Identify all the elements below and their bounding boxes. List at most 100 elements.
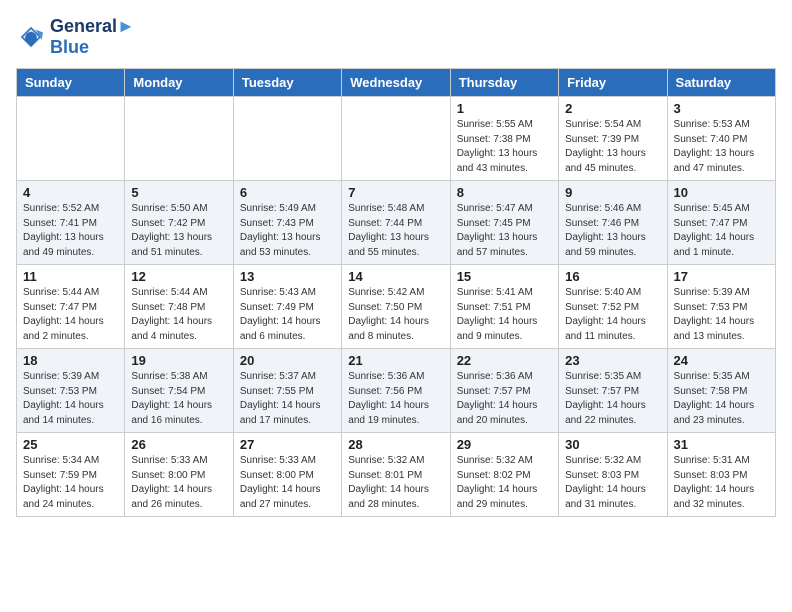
day-number: 24: [674, 353, 769, 368]
day-number: 5: [131, 185, 226, 200]
day-info: Sunrise: 5:45 AM Sunset: 7:47 PM Dayligh…: [674, 202, 769, 260]
day-number: 13: [240, 269, 335, 284]
day-info: Sunrise: 5:40 AM Sunset: 7:52 PM Dayligh…: [565, 286, 660, 344]
day-info: Sunrise: 5:39 AM Sunset: 7:53 PM Dayligh…: [23, 370, 118, 428]
day-info: Sunrise: 5:46 AM Sunset: 7:46 PM Dayligh…: [565, 202, 660, 260]
day-cell-30: 30 Sunrise: 5:32 AM Sunset: 8:03 PM Dayli…: [559, 433, 667, 517]
day-cell-24: 24 Sunrise: 5:35 AM Sunset: 7:58 PM Dayli…: [667, 349, 775, 433]
day-info: Sunrise: 5:36 AM Sunset: 7:57 PM Dayligh…: [457, 370, 552, 428]
day-cell-26: 26Sunrise: 5:33 AM Sunset: 8:00 PM Dayli…: [125, 433, 233, 517]
logo-icon: [16, 22, 46, 52]
day-cell-12: 12 Sunrise: 5:44 AM Sunset: 7:48 PM Dayli…: [125, 265, 233, 349]
day-number: 25: [23, 437, 118, 452]
day-number: 23: [565, 353, 660, 368]
empty-cell: [342, 97, 450, 181]
day-info: Sunrise: 5:35 AM Sunset: 7:57 PM Dayligh…: [565, 370, 660, 428]
day-cell-22: 22 Sunrise: 5:36 AM Sunset: 7:57 PM Dayli…: [450, 349, 558, 433]
day-number: 7: [348, 185, 443, 200]
day-info: Sunrise: 5:38 AM Sunset: 7:54 PM Dayligh…: [131, 370, 226, 428]
day-number: 30: [565, 437, 660, 452]
day-info: Sunrise: 5:42 AM Sunset: 7:50 PM Dayligh…: [348, 286, 443, 344]
day-info: Sunrise: 5:43 AM Sunset: 7:49 PM Dayligh…: [240, 286, 335, 344]
day-cell-13: 13 Sunrise: 5:43 AM Sunset: 7:49 PM Dayli…: [233, 265, 341, 349]
day-info: Sunrise: 5:32 AM Sunset: 8:02 PM Dayligh…: [457, 454, 552, 512]
day-number: 17: [674, 269, 769, 284]
day-number: 2: [565, 101, 660, 116]
day-number: 14: [348, 269, 443, 284]
day-number: 1: [457, 101, 552, 116]
calendar: SundayMondayTuesdayWednesdayThursdayFrid…: [16, 68, 776, 517]
day-info: Sunrise: 5:39 AM Sunset: 7:53 PM Dayligh…: [674, 286, 769, 344]
empty-cell: [233, 97, 341, 181]
week-row-5: 25Sunrise: 5:34 AM Sunset: 7:59 PM Dayli…: [17, 433, 776, 517]
day-info: Sunrise: 5:37 AM Sunset: 7:55 PM Dayligh…: [240, 370, 335, 428]
week-row-2: 4 Sunrise: 5:52 AM Sunset: 7:41 PM Daylig…: [17, 181, 776, 265]
logo: General► Blue: [16, 16, 135, 58]
day-number: 11: [23, 269, 118, 284]
empty-cell: [17, 97, 125, 181]
weekday-header-thursday: Thursday: [450, 69, 558, 97]
day-number: 4: [23, 185, 118, 200]
day-cell-29: 29Sunrise: 5:32 AM Sunset: 8:02 PM Dayli…: [450, 433, 558, 517]
day-cell-14: 14 Sunrise: 5:42 AM Sunset: 7:50 PM Dayli…: [342, 265, 450, 349]
day-cell-4: 4 Sunrise: 5:52 AM Sunset: 7:41 PM Daylig…: [17, 181, 125, 265]
day-number: 22: [457, 353, 552, 368]
day-number: 21: [348, 353, 443, 368]
day-info: Sunrise: 5:54 AM Sunset: 7:39 PM Dayligh…: [565, 118, 660, 176]
day-cell-21: 21Sunrise: 5:36 AM Sunset: 7:56 PM Dayli…: [342, 349, 450, 433]
day-info: Sunrise: 5:47 AM Sunset: 7:45 PM Dayligh…: [457, 202, 552, 260]
day-number: 18: [23, 353, 118, 368]
day-cell-8: 8 Sunrise: 5:47 AM Sunset: 7:45 PM Daylig…: [450, 181, 558, 265]
day-cell-16: 16 Sunrise: 5:40 AM Sunset: 7:52 PM Dayli…: [559, 265, 667, 349]
day-info: Sunrise: 5:44 AM Sunset: 7:48 PM Dayligh…: [131, 286, 226, 344]
day-info: Sunrise: 5:49 AM Sunset: 7:43 PM Dayligh…: [240, 202, 335, 260]
day-cell-20: 20 Sunrise: 5:37 AM Sunset: 7:55 PM Dayli…: [233, 349, 341, 433]
day-number: 28: [348, 437, 443, 452]
day-info: Sunrise: 5:48 AM Sunset: 7:44 PM Dayligh…: [348, 202, 443, 260]
day-cell-27: 27 Sunrise: 5:33 AM Sunset: 8:00 PM Dayli…: [233, 433, 341, 517]
day-info: Sunrise: 5:53 AM Sunset: 7:40 PM Dayligh…: [674, 118, 769, 176]
empty-cell: [125, 97, 233, 181]
day-info: Sunrise: 5:33 AM Sunset: 8:00 PM Dayligh…: [240, 454, 335, 512]
weekday-header-row: SundayMondayTuesdayWednesdayThursdayFrid…: [17, 69, 776, 97]
day-info: Sunrise: 5:52 AM Sunset: 7:41 PM Dayligh…: [23, 202, 118, 260]
weekday-header-saturday: Saturday: [667, 69, 775, 97]
day-cell-7: 7 Sunrise: 5:48 AM Sunset: 7:44 PM Daylig…: [342, 181, 450, 265]
day-cell-28: 28 Sunrise: 5:32 AM Sunset: 8:01 PM Dayli…: [342, 433, 450, 517]
day-number: 10: [674, 185, 769, 200]
day-cell-18: 18 Sunrise: 5:39 AM Sunset: 7:53 PM Dayli…: [17, 349, 125, 433]
day-info: Sunrise: 5:31 AM Sunset: 8:03 PM Dayligh…: [674, 454, 769, 512]
day-info: Sunrise: 5:32 AM Sunset: 8:01 PM Dayligh…: [348, 454, 443, 512]
day-number: 6: [240, 185, 335, 200]
week-row-1: 1 Sunrise: 5:55 AM Sunset: 7:38 PM Daylig…: [17, 97, 776, 181]
day-info: Sunrise: 5:55 AM Sunset: 7:38 PM Dayligh…: [457, 118, 552, 176]
day-number: 27: [240, 437, 335, 452]
day-number: 15: [457, 269, 552, 284]
day-cell-15: 15 Sunrise: 5:41 AM Sunset: 7:51 PM Dayli…: [450, 265, 558, 349]
day-cell-1: 1 Sunrise: 5:55 AM Sunset: 7:38 PM Daylig…: [450, 97, 558, 181]
week-row-3: 11Sunrise: 5:44 AM Sunset: 7:47 PM Dayli…: [17, 265, 776, 349]
weekday-header-tuesday: Tuesday: [233, 69, 341, 97]
day-number: 8: [457, 185, 552, 200]
day-cell-11: 11Sunrise: 5:44 AM Sunset: 7:47 PM Dayli…: [17, 265, 125, 349]
day-number: 12: [131, 269, 226, 284]
day-number: 9: [565, 185, 660, 200]
day-number: 20: [240, 353, 335, 368]
day-cell-19: 19 Sunrise: 5:38 AM Sunset: 7:54 PM Dayli…: [125, 349, 233, 433]
week-row-4: 18 Sunrise: 5:39 AM Sunset: 7:53 PM Dayli…: [17, 349, 776, 433]
day-number: 16: [565, 269, 660, 284]
page-header: General► Blue: [16, 16, 776, 58]
day-cell-25: 25Sunrise: 5:34 AM Sunset: 7:59 PM Dayli…: [17, 433, 125, 517]
day-cell-6: 6 Sunrise: 5:49 AM Sunset: 7:43 PM Daylig…: [233, 181, 341, 265]
day-cell-31: 31Sunrise: 5:31 AM Sunset: 8:03 PM Dayli…: [667, 433, 775, 517]
day-info: Sunrise: 5:35 AM Sunset: 7:58 PM Dayligh…: [674, 370, 769, 428]
weekday-header-sunday: Sunday: [17, 69, 125, 97]
day-cell-17: 17 Sunrise: 5:39 AM Sunset: 7:53 PM Dayli…: [667, 265, 775, 349]
day-cell-9: 9 Sunrise: 5:46 AM Sunset: 7:46 PM Daylig…: [559, 181, 667, 265]
day-info: Sunrise: 5:50 AM Sunset: 7:42 PM Dayligh…: [131, 202, 226, 260]
day-number: 19: [131, 353, 226, 368]
day-info: Sunrise: 5:32 AM Sunset: 8:03 PM Dayligh…: [565, 454, 660, 512]
day-info: Sunrise: 5:33 AM Sunset: 8:00 PM Dayligh…: [131, 454, 226, 512]
day-info: Sunrise: 5:41 AM Sunset: 7:51 PM Dayligh…: [457, 286, 552, 344]
day-cell-2: 2 Sunrise: 5:54 AM Sunset: 7:39 PM Daylig…: [559, 97, 667, 181]
